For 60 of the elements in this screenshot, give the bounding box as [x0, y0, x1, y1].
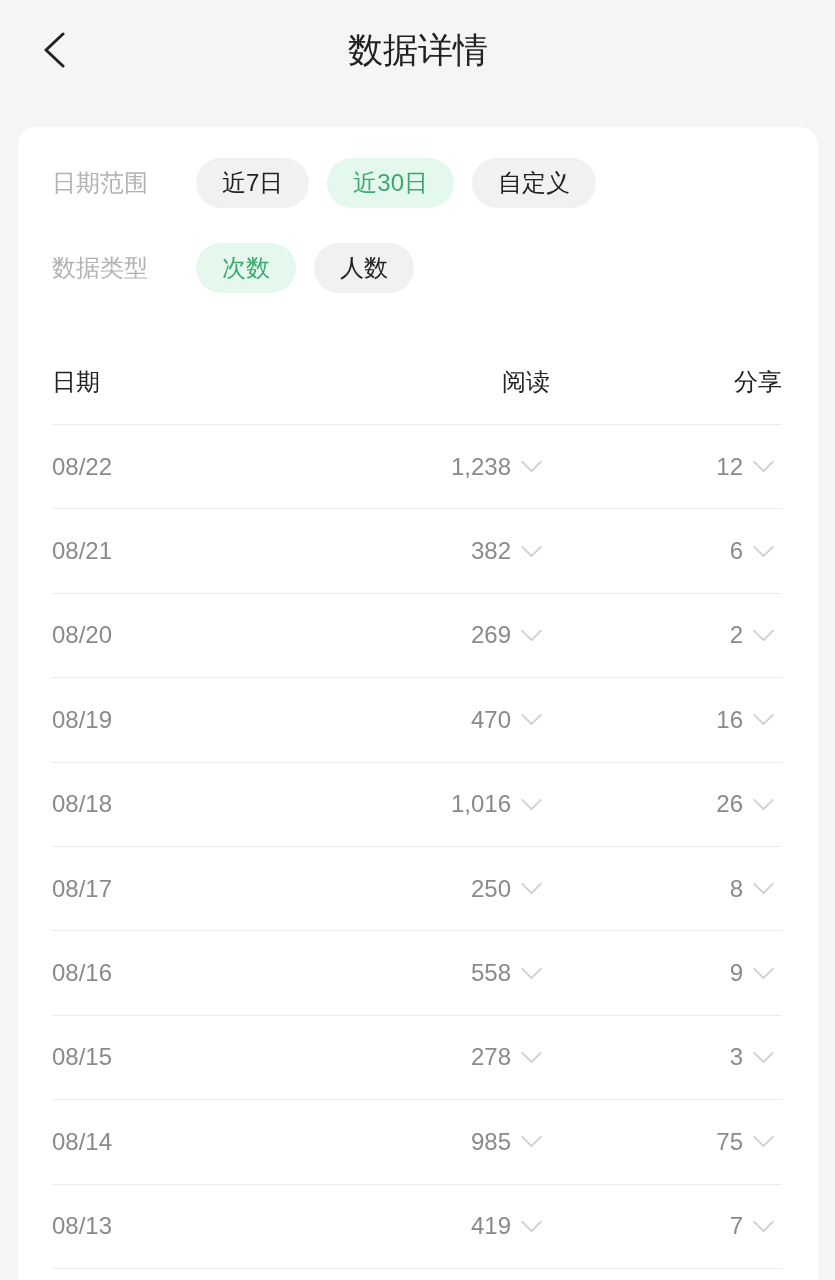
filter-chip[interactable]: 近7日	[196, 158, 310, 208]
chevron-down-icon[interactable]	[520, 544, 543, 558]
chevron-down-icon[interactable]	[752, 882, 775, 896]
chevron-down-icon[interactable]	[520, 460, 543, 474]
share-count: 12	[716, 452, 743, 481]
read-count: 470	[470, 705, 511, 734]
read-count: 1,016	[450, 790, 511, 819]
share-count: 75	[716, 1127, 743, 1156]
share-count: 16	[716, 705, 743, 734]
read-count: 278	[470, 1043, 511, 1072]
page-title: 数据详情	[346, 28, 489, 71]
share-count: 7	[729, 1212, 743, 1241]
read-count: 558	[470, 959, 511, 988]
share-count: 6	[729, 537, 743, 566]
read-count: 250	[470, 874, 511, 903]
chevron-down-icon[interactable]	[520, 966, 543, 980]
read-count: 269	[470, 621, 511, 650]
chevron-down-icon[interactable]	[520, 1135, 543, 1149]
read-count: 382	[470, 537, 511, 566]
share-count: 26	[716, 790, 743, 819]
filter-chip[interactable]: 自定义	[472, 158, 597, 208]
filter-label: 日期范围	[52, 168, 149, 198]
filter-label: 数据类型	[52, 253, 149, 283]
date-cell-text: 08/13	[52, 1212, 114, 1241]
chevron-down-icon[interactable]	[752, 628, 775, 642]
date-cell-text: 08/20	[52, 621, 114, 650]
date-cell-text: 08/21	[52, 537, 114, 566]
column-header: 日期	[52, 367, 101, 397]
share-count: 3	[729, 1043, 743, 1072]
chevron-down-icon[interactable]	[520, 1050, 543, 1064]
share-count: 8	[729, 874, 743, 903]
date-cell-text: 08/16	[52, 959, 114, 988]
chevron-down-icon[interactable]	[520, 882, 543, 896]
chevron-down-icon[interactable]	[752, 1050, 775, 1064]
filter-chip[interactable]: 人数	[314, 243, 414, 293]
read-count: 419	[470, 1212, 511, 1241]
chevron-down-icon[interactable]	[752, 713, 775, 727]
column-header: 分享	[733, 367, 782, 397]
date-cell-text: 08/18	[52, 790, 114, 819]
chevron-down-icon[interactable]	[520, 713, 543, 727]
chevron-down-icon[interactable]	[752, 797, 775, 811]
chevron-down-icon[interactable]	[520, 797, 543, 811]
chevron-down-icon[interactable]	[752, 966, 775, 980]
column-header: 阅读	[501, 367, 550, 397]
share-count: 9	[729, 959, 743, 988]
date-cell-text: 08/17	[52, 874, 114, 903]
date-cell-text: 08/22	[52, 452, 114, 481]
chevron-down-icon[interactable]	[520, 628, 543, 642]
read-count: 985	[470, 1127, 511, 1156]
chevron-down-icon[interactable]	[752, 544, 775, 558]
back-chevron-icon	[43, 32, 65, 68]
read-count: 1,238	[450, 452, 511, 481]
share-count: 2	[729, 621, 743, 650]
chevron-down-icon[interactable]	[752, 460, 775, 474]
chevron-down-icon[interactable]	[752, 1135, 775, 1149]
date-cell-text: 08/15	[52, 1043, 114, 1072]
date-cell-text: 08/14	[52, 1127, 114, 1156]
chevron-down-icon[interactable]	[752, 1219, 775, 1233]
date-cell-text: 08/19	[52, 705, 114, 734]
chevron-down-icon[interactable]	[520, 1219, 543, 1233]
